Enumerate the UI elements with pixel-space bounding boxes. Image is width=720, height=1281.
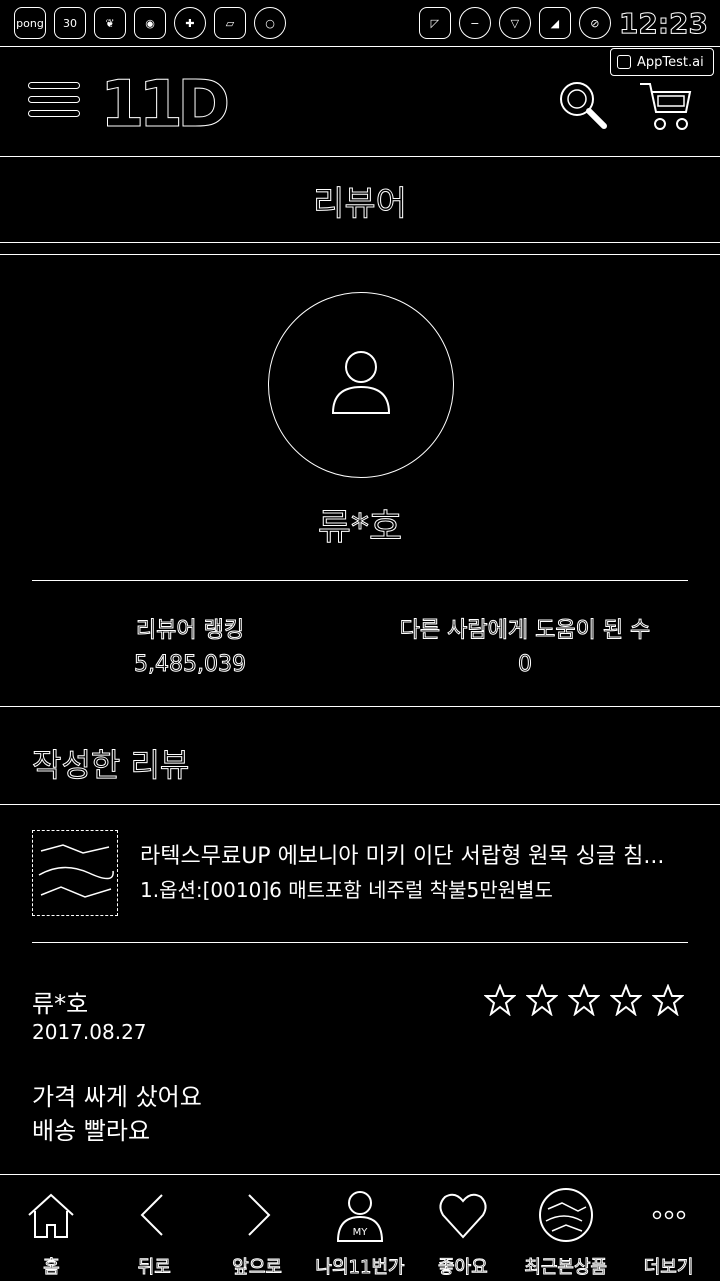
app-header: 11D [0,46,720,157]
cart-icon[interactable] [636,76,696,136]
profile-divider [32,580,688,581]
section-title: 작성한 리뷰 [31,746,190,785]
stats-divider [0,706,720,707]
nav-label: 뒤로 [137,1257,171,1279]
record-icon: ○ [254,7,286,39]
nav-label: 최근본상품 [524,1257,608,1279]
star-icon [568,984,600,1016]
star-rating [484,984,684,1016]
recent-product-icon [538,1188,593,1242]
person-icon [331,351,391,414]
pong-icon: pong [14,7,46,39]
nav-like[interactable]: 좋아요 [411,1175,514,1281]
battery-icon: ⊘ [578,7,611,39]
page-title: 리뷰어 [313,183,408,224]
back-icon [140,1194,163,1236]
stat-reviewer-rank: 리뷰어 랭킹 5,485,039 [60,612,320,678]
nav-home[interactable]: 홈 [0,1175,103,1281]
product-option: 1.옵션:[0010]6 매트포함 네주럴 착불5만원별도 [140,878,553,902]
nav-label: 좋아요 [438,1257,489,1279]
stat-helpful-count: 다른 사람에게 도움이 된 수 0 [380,612,670,678]
app-logo[interactable]: 11D [99,68,230,143]
home-icon [28,1193,75,1238]
minus-icon: − [458,7,491,39]
pong-label: pong [16,16,44,30]
search-icon[interactable] [554,76,610,132]
nav-more[interactable]: 더보기 [617,1175,720,1281]
nav-back[interactable]: 뒤로 [103,1175,206,1281]
menu-icon[interactable] [28,82,84,122]
title-divider [0,254,720,255]
nav-label: 나의11번가 [315,1257,405,1279]
status-left-icons: pong 30 ❦ ◉ ✚ ▱ ○ [14,6,286,40]
product-divider [32,942,688,943]
product-thumbnail[interactable] [32,830,118,916]
stat-label: 다른 사람에게 도움이 된 수 [399,618,651,644]
star-icon [484,984,516,1016]
nav-forward[interactable]: 앞으로 [206,1175,309,1281]
star-icon [652,984,684,1016]
forward-icon [248,1194,271,1236]
leaf-icon: ❦ [94,7,126,39]
more-icon [652,1210,685,1220]
review-line: 가격 싸게 샀어요 [32,1083,202,1111]
nav-label: 앞으로 [232,1257,283,1279]
stat-label: 리뷰어 랭킹 [135,618,245,644]
star-icon [526,984,558,1016]
profile-name: 류*호 [317,507,403,549]
review-date: 2017.08.27 [32,1020,147,1044]
avatar [268,292,454,478]
stat-value: 0 [518,652,533,678]
bottom-nav: 홈 뒤로 앞으로 MY 나의11번가 좋아요 최근본상품 더보기 [0,1174,720,1281]
heart-icon [439,1193,487,1239]
my-icon: MY [336,1191,384,1242]
status-bar: pong 30 ❦ ◉ ✚ ▱ ○ ◸ − ▽ ◢ ⊘ 12:23 [0,0,720,47]
review-body: 가격 싸게 샀어요 배송 빨라요 [32,1080,202,1148]
wifi-icon: ▽ [498,7,531,39]
status-right-icons: ◸ − ▽ ◢ ⊘ 12:23 [418,6,709,40]
my-badge: MY [353,1227,369,1238]
cast-icon: ◸ [418,7,451,39]
page-title-bar: 리뷰어 [0,158,720,243]
status-time: 12:23 [618,6,708,40]
review-line: 배송 빨라요 [32,1117,151,1145]
nav-recent[interactable]: 최근본상품 [514,1175,617,1281]
star-icon [610,984,642,1016]
notification-icon: 30 [54,7,86,39]
reviewer-name: 류*호 [32,990,89,1018]
section-divider [0,804,720,805]
nav-my[interactable]: MY 나의11번가 [309,1175,412,1281]
notification-count: 30 [63,16,77,30]
nav-label: 더보기 [643,1257,694,1279]
game-icon: ◉ [134,7,166,39]
product-title[interactable]: 라텍스무료UP 에보니아 미키 이단 서랍형 원목 싱글 침... [140,838,690,870]
folder-icon: ▱ [214,7,246,39]
stat-value: 5,485,039 [134,652,247,678]
clock-icon: ✚ [174,7,206,39]
nav-label: 홈 [43,1257,61,1279]
signal-icon: ◢ [538,7,571,39]
